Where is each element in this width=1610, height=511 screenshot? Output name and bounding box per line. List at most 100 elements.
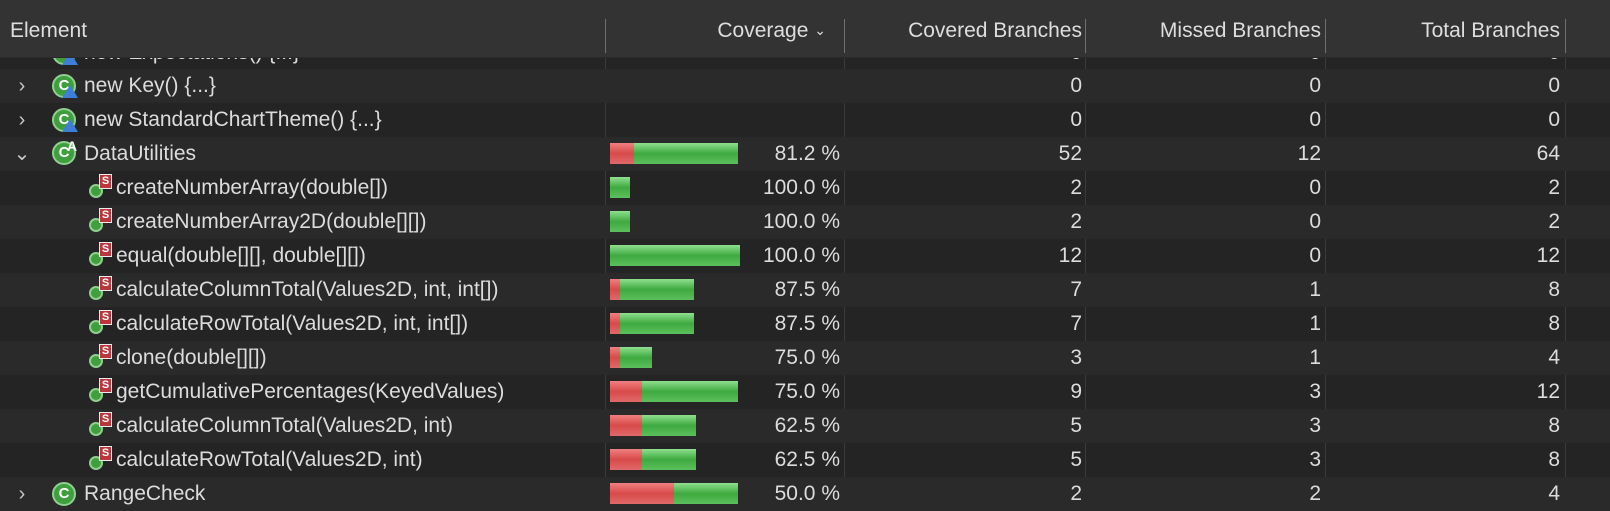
coverage-value: 75.0 % [774, 346, 840, 369]
coverage-bar [610, 347, 652, 368]
missed-value: 0 [1309, 108, 1321, 131]
table-row[interactable]: › C new StandardChartTheme() {...} 0 0 0 [0, 103, 1610, 137]
covered-value: 0 [1070, 74, 1082, 97]
total-value: 8 [1548, 414, 1560, 437]
total-value: 0 [1548, 74, 1560, 97]
total-value: 2 [1548, 210, 1560, 233]
coverage-value: 100.0 % [762, 176, 840, 199]
header-covered-branches[interactable]: Covered Branches [846, 0, 1082, 57]
static-badge-icon: S [99, 276, 112, 291]
expand-chevron-right-icon[interactable]: › [12, 69, 32, 103]
coverage-bar [610, 381, 738, 402]
coverage-value: 75.0 % [774, 380, 840, 403]
coverage-value: 87.5 % [774, 278, 840, 301]
total-value: 12 [1536, 244, 1560, 267]
coverage-bar [610, 313, 694, 334]
header-coverage-label: Coverage [717, 19, 809, 42]
table-row[interactable]: S equal(double[][], double[][]) 100.0 % … [0, 239, 1610, 273]
covered-value: 2 [1070, 210, 1082, 233]
header-element[interactable]: Element [10, 0, 87, 57]
total-value: 12 [1536, 380, 1560, 403]
element-label: createNumberArray2D(double[][]) [116, 210, 427, 233]
expand-chevron-right-icon[interactable]: › [12, 103, 32, 137]
table-row[interactable]: S calculateColumnTotal(Values2D, int, in… [0, 273, 1610, 307]
header-missed-branches[interactable]: Missed Branches [1088, 0, 1321, 57]
table-row[interactable]: › C RangeCheck 50.0 % 2 2 4 [0, 477, 1610, 511]
table-row[interactable]: S calculateRowTotal(Values2D, int) 62.5 … [0, 443, 1610, 477]
element-label: createNumberArray(double[]) [116, 176, 388, 199]
coverage-bar [610, 177, 630, 198]
missed-value: 1 [1309, 312, 1321, 335]
covered-value: 2 [1070, 176, 1082, 199]
coverage-bar [610, 415, 696, 436]
abstract-marker-icon: A [67, 138, 78, 154]
table-row[interactable]: S calculateRowTotal(Values2D, int, int[]… [0, 307, 1610, 341]
table-row[interactable]: S getCumulativePercentages(KeyedValues) … [0, 375, 1610, 409]
covered-value: 7 [1070, 278, 1082, 301]
column-divider[interactable] [1565, 19, 1566, 53]
column-divider[interactable] [605, 19, 606, 53]
total-value: 8 [1548, 278, 1560, 301]
static-badge-icon: S [99, 208, 112, 223]
static-badge-icon: S [99, 412, 112, 427]
element-label: new StandardChartTheme() {...} [84, 108, 382, 131]
covered-value: 52 [1058, 142, 1082, 165]
coverage-bar [610, 483, 738, 504]
header-total-branches[interactable]: Total Branches [1328, 0, 1560, 57]
column-divider[interactable] [1325, 19, 1326, 53]
element-label: RangeCheck [84, 482, 206, 505]
missed-value: 0 [1309, 74, 1321, 97]
element-label: DataUtilities [84, 142, 197, 165]
column-divider[interactable] [1085, 19, 1086, 53]
table-row[interactable]: S createNumberArray2D(double[][]) 100.0 … [0, 205, 1610, 239]
anonymous-class-triangle-icon [62, 119, 78, 132]
missed-value: 1 [1309, 278, 1321, 301]
coverage-bar [610, 279, 694, 300]
element-label: clone(double[][]) [116, 346, 267, 369]
element-label: calculateRowTotal(Values2D, int, int[]) [116, 312, 469, 335]
header-coverage[interactable]: Coverage ⌄ [612, 0, 826, 57]
anonymous-class-triangle-icon [62, 85, 78, 98]
sort-chevron-down-icon: ⌄ [814, 22, 826, 38]
collapse-chevron-down-icon[interactable]: ⌄ [12, 137, 32, 171]
table-row[interactable]: S calculateColumnTotal(Values2D, int) 62… [0, 409, 1610, 443]
missed-value: 1 [1309, 346, 1321, 369]
column-header-overlay: Element Coverage ⌄ Covered Branches Miss… [0, 0, 1610, 58]
table-row[interactable]: › C new Key() {...} 0 0 0 [0, 69, 1610, 103]
total-value: 8 [1548, 312, 1560, 335]
coverage-bar [610, 143, 738, 164]
table-row[interactable]: ⌄ C A DataUtilities 81.2 % 52 12 64 [0, 137, 1610, 171]
element-label: getCumulativePercentages(KeyedValues) [116, 380, 505, 403]
missed-value: 3 [1309, 380, 1321, 403]
static-badge-icon: S [99, 378, 112, 393]
covered-value: 12 [1058, 244, 1082, 267]
covered-value: 3 [1070, 346, 1082, 369]
coverage-value: 62.5 % [774, 448, 840, 471]
coverage-value: 62.5 % [774, 414, 840, 437]
covered-value: 7 [1070, 312, 1082, 335]
covered-value: 5 [1070, 414, 1082, 437]
coverage-bar [610, 245, 740, 266]
expand-chevron-right-icon[interactable]: › [12, 477, 32, 511]
static-badge-icon: S [99, 174, 112, 189]
missed-value: 3 [1309, 414, 1321, 437]
total-value: 4 [1548, 482, 1560, 505]
static-badge-icon: S [99, 344, 112, 359]
table-row[interactable]: S createNumberArray(double[]) 100.0 % 2 … [0, 171, 1610, 205]
missed-value: 12 [1297, 142, 1321, 165]
coverage-bar [610, 211, 630, 232]
class-icon: C [52, 482, 76, 506]
coverage-value: 100.0 % [762, 244, 840, 267]
covered-value: 5 [1070, 448, 1082, 471]
column-divider[interactable] [844, 19, 845, 53]
element-label: new Key() {...} [84, 74, 216, 97]
missed-value: 0 [1309, 176, 1321, 199]
missed-value: 0 [1309, 244, 1321, 267]
total-value: 0 [1548, 108, 1560, 131]
coverage-bar [610, 449, 696, 470]
element-label: calculateRowTotal(Values2D, int) [116, 448, 423, 471]
table-row[interactable]: S clone(double[][]) 75.0 % 3 1 4 [0, 341, 1610, 375]
total-value: 4 [1548, 346, 1560, 369]
element-label: equal(double[][], double[][]) [116, 244, 366, 267]
covered-value: 0 [1070, 108, 1082, 131]
